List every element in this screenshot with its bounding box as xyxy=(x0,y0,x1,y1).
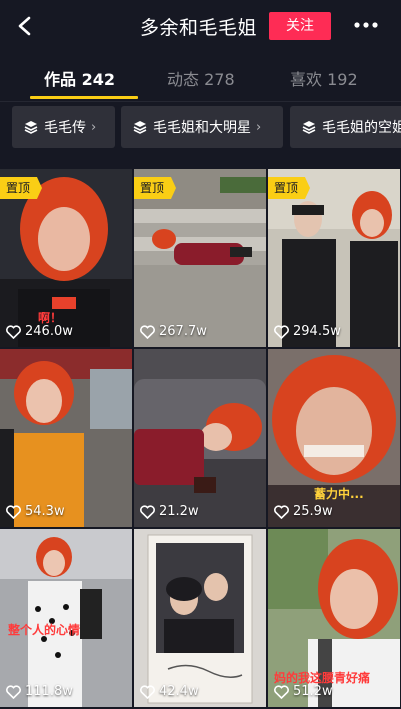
video-thumbnail-image xyxy=(0,529,132,707)
heart-icon xyxy=(274,684,289,699)
like-count-text: 111.8w xyxy=(25,684,73,699)
like-count-text: 267.7w xyxy=(159,324,207,339)
like-count-text: 294.5w xyxy=(293,324,341,339)
like-count: 42.4w xyxy=(140,684,199,699)
header-bar: 多余和毛毛姐 关注 xyxy=(0,0,401,52)
heart-icon xyxy=(140,684,155,699)
collection-chip-1[interactable]: 毛毛传 › xyxy=(12,106,115,148)
page-title: 多余和毛毛姐 xyxy=(140,17,258,39)
like-count: 246.0w xyxy=(6,324,73,339)
heart-icon xyxy=(6,504,21,519)
video-grid: 置顶 啊！ 246.0w 置顶 267.7w 置顶 294.5w 54.3w 2… xyxy=(0,169,401,709)
like-count: 25.9w xyxy=(274,504,333,519)
heart-icon xyxy=(6,324,21,339)
video-thumbnail-image xyxy=(134,349,266,527)
chevron-right-icon: › xyxy=(256,119,262,135)
heart-icon xyxy=(140,504,155,519)
video-thumbnail-image xyxy=(0,349,132,527)
layers-icon xyxy=(133,121,147,134)
heart-icon xyxy=(140,324,155,339)
video-caption: 整个人的心情 xyxy=(8,623,81,637)
like-count-text: 54.3w xyxy=(25,504,65,519)
like-count: 267.7w xyxy=(140,324,207,339)
heart-icon xyxy=(274,504,289,519)
collection-label: 毛毛传 xyxy=(44,120,86,136)
like-count: 21.2w xyxy=(140,504,199,519)
tab-works[interactable]: 作品 242 xyxy=(44,66,115,90)
video-thumbnail-5[interactable]: 21.2w xyxy=(134,349,266,527)
pinned-badge: 置顶 xyxy=(0,177,43,199)
like-count-text: 246.0w xyxy=(25,324,73,339)
video-thumbnail-8[interactable]: 42.4w xyxy=(134,529,266,707)
pinned-badge: 置顶 xyxy=(134,177,177,199)
tab-active-indicator xyxy=(30,96,138,99)
layers-icon xyxy=(24,121,38,134)
video-thumbnail-2[interactable]: 置顶 267.7w xyxy=(134,169,266,347)
like-count-text: 42.4w xyxy=(159,684,199,699)
video-thumbnail-4[interactable]: 54.3w xyxy=(0,349,132,527)
like-count: 51.2w xyxy=(274,684,333,699)
like-count: 111.8w xyxy=(6,684,73,699)
collection-label: 毛毛姐和大明星 xyxy=(153,120,251,136)
collection-chip-2[interactable]: 毛毛姐和大明星 › xyxy=(121,106,283,148)
pinned-badge: 置顶 xyxy=(268,177,311,199)
video-caption: 蓄力中... xyxy=(314,487,364,501)
heart-icon xyxy=(274,324,289,339)
like-count-text: 21.2w xyxy=(159,504,199,519)
video-thumbnail-9[interactable]: 妈的我这腰青好痛 51.2w xyxy=(268,529,400,707)
like-count-text: 25.9w xyxy=(293,504,333,519)
video-thumbnail-image xyxy=(134,529,266,707)
collection-chip-3[interactable]: 毛毛姐的空姐 xyxy=(290,106,401,148)
collection-chips: 毛毛传 › 毛毛姐和大明星 › 毛毛姐的空姐 xyxy=(0,104,401,154)
back-arrow-icon[interactable] xyxy=(14,14,36,38)
chevron-right-icon: › xyxy=(91,119,97,135)
like-count: 54.3w xyxy=(6,504,65,519)
more-options-icon[interactable] xyxy=(354,18,378,32)
video-thumbnail-1[interactable]: 置顶 啊！ 246.0w xyxy=(0,169,132,347)
video-thumbnail-7[interactable]: 整个人的心情 111.8w xyxy=(0,529,132,707)
video-thumbnail-3[interactable]: 置顶 294.5w xyxy=(268,169,400,347)
profile-tabs: 作品 242 动态 278 喜欢 192 xyxy=(0,58,401,102)
tabs-divider xyxy=(0,101,401,102)
follow-button[interactable]: 关注 xyxy=(269,12,331,40)
like-count: 294.5w xyxy=(274,324,341,339)
video-thumbnail-6[interactable]: 蓄力中... 25.9w xyxy=(268,349,400,527)
layers-icon xyxy=(302,121,316,134)
collection-label: 毛毛姐的空姐 xyxy=(322,120,401,136)
tab-activity[interactable]: 动态 278 xyxy=(167,66,235,90)
like-count-text: 51.2w xyxy=(293,684,333,699)
tab-likes[interactable]: 喜欢 192 xyxy=(290,66,358,90)
heart-icon xyxy=(6,684,21,699)
